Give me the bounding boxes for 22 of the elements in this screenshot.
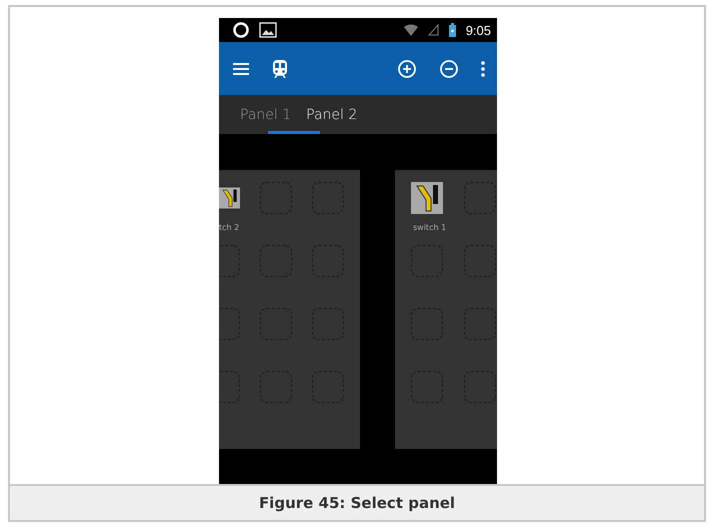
empty-slot[interactable]: [464, 182, 496, 214]
figure-caption: Figure 45: Select panel: [10, 484, 704, 520]
menu-icon[interactable]: [233, 62, 249, 74]
more-icon[interactable]: [481, 60, 485, 76]
circle-icon: [233, 22, 249, 38]
empty-slot[interactable]: [464, 371, 496, 403]
switch-label: switch 1: [413, 223, 443, 232]
empty-slot[interactable]: [464, 245, 496, 277]
signal-icon: [428, 24, 439, 36]
empty-slot[interactable]: [464, 308, 496, 340]
wifi-icon: [404, 24, 418, 36]
panel-tab[interactable]: Panel 2: [306, 106, 358, 122]
panel-tab[interactable]: Panel 1: [240, 106, 292, 122]
switch-label: tch 2: [219, 223, 240, 232]
battery-icon: [448, 23, 456, 37]
train-icon[interactable]: [273, 60, 287, 78]
tab-indicator: [268, 131, 320, 134]
status-time: 9:05: [466, 22, 491, 38]
image-icon: [259, 22, 277, 38]
remove-icon[interactable]: [440, 60, 458, 78]
switch-icon[interactable]: [411, 182, 443, 214]
add-icon[interactable]: [398, 60, 416, 78]
